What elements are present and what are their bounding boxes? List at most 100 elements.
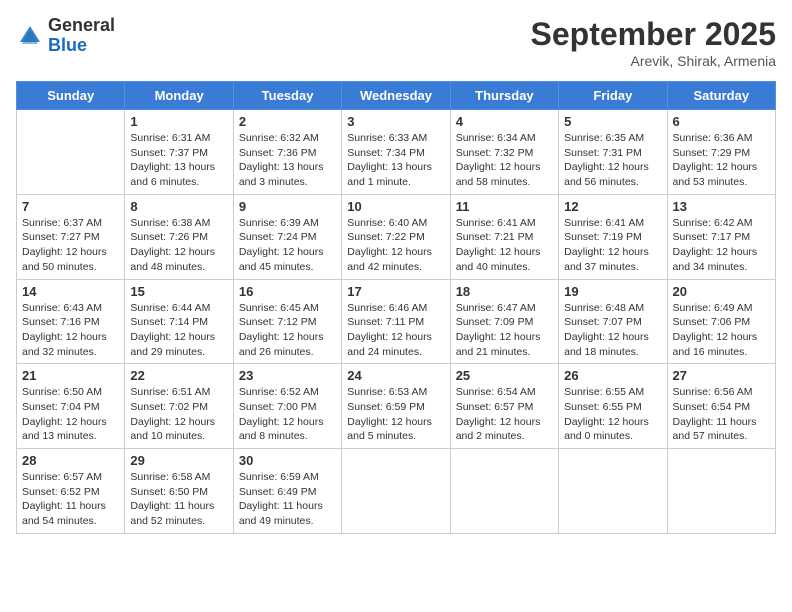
day-info: Sunrise: 6:54 AM Sunset: 6:57 PM Dayligh… xyxy=(456,385,553,444)
weekday-header: Saturday xyxy=(667,82,775,110)
day-number: 2 xyxy=(239,114,336,129)
calendar-cell: 4 Sunrise: 6:34 AM Sunset: 7:32 PM Daylig… xyxy=(450,110,558,195)
weekday-header: Friday xyxy=(559,82,667,110)
day-info: Sunrise: 6:43 AM Sunset: 7:16 PM Dayligh… xyxy=(22,301,119,360)
day-info: Sunrise: 6:56 AM Sunset: 6:54 PM Dayligh… xyxy=(673,385,770,444)
day-number: 8 xyxy=(130,199,227,214)
calendar-cell: 25 Sunrise: 6:54 AM Sunset: 6:57 PM Dayli… xyxy=(450,364,558,449)
day-info: Sunrise: 6:41 AM Sunset: 7:21 PM Dayligh… xyxy=(456,216,553,275)
calendar-cell: 15 Sunrise: 6:44 AM Sunset: 7:14 PM Dayli… xyxy=(125,279,233,364)
day-info: Sunrise: 6:46 AM Sunset: 7:11 PM Dayligh… xyxy=(347,301,444,360)
day-number: 19 xyxy=(564,284,661,299)
calendar-cell: 14 Sunrise: 6:43 AM Sunset: 7:16 PM Dayli… xyxy=(17,279,125,364)
day-info: Sunrise: 6:55 AM Sunset: 6:55 PM Dayligh… xyxy=(564,385,661,444)
day-info: Sunrise: 6:47 AM Sunset: 7:09 PM Dayligh… xyxy=(456,301,553,360)
calendar-header-row: SundayMondayTuesdayWednesdayThursdayFrid… xyxy=(17,82,776,110)
day-info: Sunrise: 6:37 AM Sunset: 7:27 PM Dayligh… xyxy=(22,216,119,275)
calendar-cell: 1Sunrise: 6:31 AM Sunset: 7:37 PM Daylig… xyxy=(125,110,233,195)
calendar-cell: 30Sunrise: 6:59 AM Sunset: 6:49 PM Dayli… xyxy=(233,449,341,534)
calendar-week-row: 1Sunrise: 6:31 AM Sunset: 7:37 PM Daylig… xyxy=(17,110,776,195)
calendar-cell: 20 Sunrise: 6:49 AM Sunset: 7:06 PM Dayli… xyxy=(667,279,775,364)
day-info: Sunrise: 6:33 AM Sunset: 7:34 PM Dayligh… xyxy=(347,131,444,190)
calendar-cell: 13Sunrise: 6:42 AM Sunset: 7:17 PM Dayli… xyxy=(667,194,775,279)
day-info: Sunrise: 6:36 AM Sunset: 7:29 PM Dayligh… xyxy=(673,131,770,190)
day-number: 20 xyxy=(673,284,770,299)
day-number: 10 xyxy=(347,199,444,214)
day-info: Sunrise: 6:48 AM Sunset: 7:07 PM Dayligh… xyxy=(564,301,661,360)
calendar-cell: 5 Sunrise: 6:35 AM Sunset: 7:31 PM Daylig… xyxy=(559,110,667,195)
calendar-cell: 11 Sunrise: 6:41 AM Sunset: 7:21 PM Dayli… xyxy=(450,194,558,279)
calendar-cell: 22 Sunrise: 6:51 AM Sunset: 7:02 PM Dayli… xyxy=(125,364,233,449)
calendar-cell: 16Sunrise: 6:45 AM Sunset: 7:12 PM Dayli… xyxy=(233,279,341,364)
calendar-table: SundayMondayTuesdayWednesdayThursdayFrid… xyxy=(16,81,776,534)
day-number: 18 xyxy=(456,284,553,299)
day-number: 3 xyxy=(347,114,444,129)
day-number: 16 xyxy=(239,284,336,299)
day-info: Sunrise: 6:38 AM Sunset: 7:26 PM Dayligh… xyxy=(130,216,227,275)
calendar-cell: 29 Sunrise: 6:58 AM Sunset: 6:50 PM Dayli… xyxy=(125,449,233,534)
day-info: Sunrise: 6:34 AM Sunset: 7:32 PM Dayligh… xyxy=(456,131,553,190)
weekday-header: Tuesday xyxy=(233,82,341,110)
day-number: 24 xyxy=(347,368,444,383)
location: Arevik, Shirak, Armenia xyxy=(531,53,776,69)
calendar-cell: 17 Sunrise: 6:46 AM Sunset: 7:11 PM Dayli… xyxy=(342,279,450,364)
logo: General Blue xyxy=(16,16,115,56)
calendar-cell: 28Sunrise: 6:57 AM Sunset: 6:52 PM Dayli… xyxy=(17,449,125,534)
day-number: 23 xyxy=(239,368,336,383)
day-info: Sunrise: 6:49 AM Sunset: 7:06 PM Dayligh… xyxy=(673,301,770,360)
day-number: 7 xyxy=(22,199,119,214)
day-info: Sunrise: 6:42 AM Sunset: 7:17 PM Dayligh… xyxy=(673,216,770,275)
page-header: General Blue September 2025 Arevik, Shir… xyxy=(16,16,776,69)
day-number: 17 xyxy=(347,284,444,299)
day-number: 4 xyxy=(456,114,553,129)
day-number: 11 xyxy=(456,199,553,214)
calendar-cell: 23 Sunrise: 6:52 AM Sunset: 7:00 PM Dayli… xyxy=(233,364,341,449)
calendar-cell: 8 Sunrise: 6:38 AM Sunset: 7:26 PM Daylig… xyxy=(125,194,233,279)
calendar-cell: 7 Sunrise: 6:37 AM Sunset: 7:27 PM Daylig… xyxy=(17,194,125,279)
calendar-cell xyxy=(667,449,775,534)
calendar-cell: 19 Sunrise: 6:48 AM Sunset: 7:07 PM Dayli… xyxy=(559,279,667,364)
calendar-week-row: 7 Sunrise: 6:37 AM Sunset: 7:27 PM Daylig… xyxy=(17,194,776,279)
calendar-cell xyxy=(450,449,558,534)
calendar-cell: 26 Sunrise: 6:55 AM Sunset: 6:55 PM Dayli… xyxy=(559,364,667,449)
calendar-week-row: 28Sunrise: 6:57 AM Sunset: 6:52 PM Dayli… xyxy=(17,449,776,534)
logo-icon xyxy=(16,22,44,50)
day-info: Sunrise: 6:50 AM Sunset: 7:04 PM Dayligh… xyxy=(22,385,119,444)
day-info: Sunrise: 6:39 AM Sunset: 7:24 PM Dayligh… xyxy=(239,216,336,275)
day-number: 21 xyxy=(22,368,119,383)
day-number: 5 xyxy=(564,114,661,129)
day-info: Sunrise: 6:32 AM Sunset: 7:36 PM Dayligh… xyxy=(239,131,336,190)
calendar-cell xyxy=(342,449,450,534)
calendar-cell: 6Sunrise: 6:36 AM Sunset: 7:29 PM Daylig… xyxy=(667,110,775,195)
logo-general: General xyxy=(48,16,115,36)
calendar-cell: 3 Sunrise: 6:33 AM Sunset: 7:34 PM Daylig… xyxy=(342,110,450,195)
title-block: September 2025 Arevik, Shirak, Armenia xyxy=(531,16,776,69)
weekday-header: Wednesday xyxy=(342,82,450,110)
calendar-week-row: 14 Sunrise: 6:43 AM Sunset: 7:16 PM Dayli… xyxy=(17,279,776,364)
calendar-week-row: 21 Sunrise: 6:50 AM Sunset: 7:04 PM Dayli… xyxy=(17,364,776,449)
day-info: Sunrise: 6:52 AM Sunset: 7:00 PM Dayligh… xyxy=(239,385,336,444)
day-number: 25 xyxy=(456,368,553,383)
day-info: Sunrise: 6:31 AM Sunset: 7:37 PM Dayligh… xyxy=(130,131,227,190)
calendar-cell xyxy=(559,449,667,534)
day-number: 26 xyxy=(564,368,661,383)
day-info: Sunrise: 6:57 AM Sunset: 6:52 PM Dayligh… xyxy=(22,470,119,529)
day-info: Sunrise: 6:40 AM Sunset: 7:22 PM Dayligh… xyxy=(347,216,444,275)
logo-text: General Blue xyxy=(48,16,115,56)
weekday-header: Monday xyxy=(125,82,233,110)
day-number: 30 xyxy=(239,453,336,468)
calendar-cell: 9Sunrise: 6:39 AM Sunset: 7:24 PM Daylig… xyxy=(233,194,341,279)
day-number: 15 xyxy=(130,284,227,299)
day-info: Sunrise: 6:41 AM Sunset: 7:19 PM Dayligh… xyxy=(564,216,661,275)
day-number: 14 xyxy=(22,284,119,299)
day-info: Sunrise: 6:53 AM Sunset: 6:59 PM Dayligh… xyxy=(347,385,444,444)
day-number: 27 xyxy=(673,368,770,383)
day-info: Sunrise: 6:35 AM Sunset: 7:31 PM Dayligh… xyxy=(564,131,661,190)
weekday-header: Sunday xyxy=(17,82,125,110)
day-info: Sunrise: 6:58 AM Sunset: 6:50 PM Dayligh… xyxy=(130,470,227,529)
day-number: 22 xyxy=(130,368,227,383)
day-number: 29 xyxy=(130,453,227,468)
day-info: Sunrise: 6:44 AM Sunset: 7:14 PM Dayligh… xyxy=(130,301,227,360)
day-number: 12 xyxy=(564,199,661,214)
day-info: Sunrise: 6:51 AM Sunset: 7:02 PM Dayligh… xyxy=(130,385,227,444)
